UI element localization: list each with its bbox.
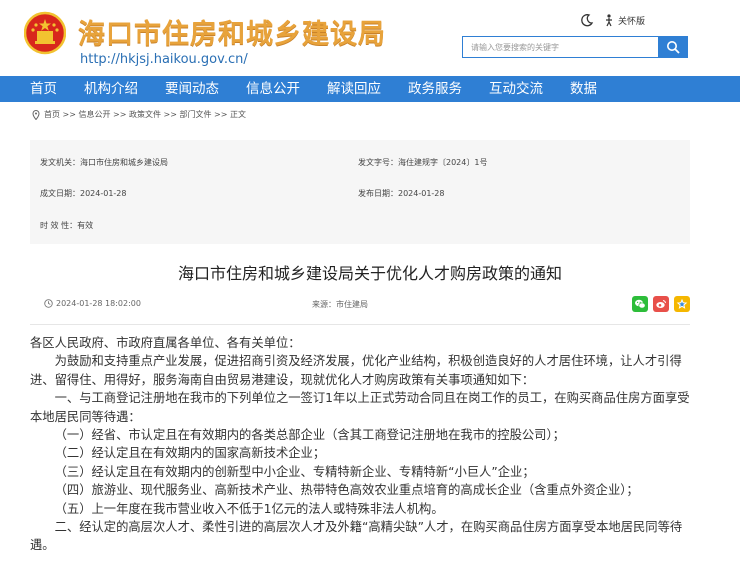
care-mode-label: 关怀版 bbox=[618, 16, 646, 27]
article-title: 海口市住房和城乡建设局关于优化人才购房政策的通知 bbox=[177, 264, 562, 283]
clause-item-2: （二）经认定且在有效期内的国家高新技术企业； bbox=[54, 446, 326, 461]
site-url[interactable]: http://hkjsj.haikou.gov.cn/ bbox=[80, 52, 248, 67]
publish-time-text: 2024-01-28 18:02:00 bbox=[56, 299, 141, 308]
article-info-row: 2024-01-28 18:02:00 来源：市住建局 bbox=[30, 296, 690, 316]
share-weibo-button[interactable] bbox=[653, 296, 669, 312]
national-emblem-icon bbox=[24, 11, 66, 55]
nav-item-about[interactable]: 机构介绍 bbox=[84, 76, 138, 102]
search-button[interactable] bbox=[658, 36, 688, 58]
divider bbox=[30, 324, 690, 325]
share-buttons bbox=[632, 296, 690, 312]
wechat-icon bbox=[635, 299, 646, 309]
location-pin-icon bbox=[32, 109, 40, 120]
nav-item-interaction[interactable]: 互动交流 bbox=[489, 76, 543, 102]
clock-icon bbox=[44, 299, 53, 308]
intro-paragraph: 为鼓励和支持重点产业发展，促进招商引资及经济发展，优化产业结构，积极创造良好的人… bbox=[30, 354, 682, 387]
nav-item-interpretation[interactable]: 解读回应 bbox=[327, 76, 381, 102]
main-nav: 首页 机构介绍 要闻动态 信息公开 解读回应 政务服务 互动交流 数据 bbox=[0, 76, 740, 102]
meta-published-date: 发布日期：2024-01-28 bbox=[358, 189, 445, 198]
nav-item-news[interactable]: 要闻动态 bbox=[165, 76, 219, 102]
share-wechat-button[interactable] bbox=[632, 296, 648, 312]
breadcrumb: 首页 >> 信息公开 >> 政策文件 >> 部门文件 >> 正文 bbox=[32, 109, 246, 120]
site-header: 海口市住房和城乡建设局 http://hkjsj.haikou.gov.cn/ … bbox=[0, 0, 740, 76]
meta-created-date: 成文日期：2024-01-28 bbox=[40, 189, 127, 198]
share-qzone-button[interactable] bbox=[674, 296, 690, 312]
nav-item-disclosure[interactable]: 信息公开 bbox=[246, 76, 300, 102]
clause-item-5: （五）上一年度在我市营业收入不低于1亿元的法人或特殊非法人机构。 bbox=[54, 501, 444, 516]
care-mode-icon bbox=[606, 14, 612, 27]
clause-item-3: （三）经认定且在有效期内的创新型中小企业、专精特新企业、专精特新“小巨人”企业； bbox=[54, 464, 535, 479]
publish-time: 2024-01-28 18:02:00 bbox=[44, 299, 141, 308]
site-title[interactable]: 海口市住房和城乡建设局 bbox=[78, 12, 386, 51]
article-source: 来源：市住建局 bbox=[312, 300, 368, 309]
moon-icon[interactable] bbox=[580, 13, 594, 27]
breadcrumb-text[interactable]: 首页 >> 信息公开 >> 政策文件 >> 部门文件 >> 正文 bbox=[44, 109, 246, 120]
care-mode-button[interactable]: 关怀版 bbox=[602, 13, 645, 27]
meta-doc-number: 发文字号：海住建规字〔2024〕1号 bbox=[358, 158, 488, 167]
search-placeholder: 请输入您要搜索的关键字 bbox=[471, 42, 559, 52]
qzone-icon bbox=[676, 298, 688, 309]
meta-issuer: 发文机关：海口市住房和城乡建设局 bbox=[40, 158, 168, 167]
document-meta-panel: 发文机关：海口市住房和城乡建设局 发文字号：海住建规字〔2024〕1号 成文日期… bbox=[30, 140, 690, 244]
search-icon bbox=[667, 41, 680, 54]
header-tools: 关怀版 bbox=[580, 12, 645, 28]
weibo-icon bbox=[656, 300, 666, 308]
nav-item-data[interactable]: 数据 bbox=[570, 76, 597, 102]
article-body: 各区人民政府、市政府直属各单位、各有关单位： 为鼓励和支持重点产业发展，促进招商… bbox=[30, 334, 690, 555]
clause-item-4: （四）旅游业、现代服务业、高新技术产业、热带特色高效农业重点培育的高成长企业（含… bbox=[54, 483, 639, 498]
meta-validity: 时 效 性：有效 bbox=[40, 221, 94, 230]
salutation: 各区人民政府、市政府直属各单位、各有关单位： bbox=[30, 336, 301, 350]
nav-item-services[interactable]: 政务服务 bbox=[408, 76, 462, 102]
clause-item-1: （一）经省、市认定且在有效期内的各类总部企业（含其工商登记注册地在我市的控股公司… bbox=[54, 428, 565, 443]
clause-two: 二、经认定的高层次人才、柔性引进的高层次人才及外籍“高精尖缺”人才，在购买商品住… bbox=[30, 520, 683, 553]
clause-one: 一、与工商登记注册地在我市的下列单位之一签订1年以上正式劳动合同且在岗工作的员工… bbox=[30, 391, 690, 424]
search-input[interactable]: 请输入您要搜索的关键字 bbox=[462, 36, 658, 58]
nav-item-home[interactable]: 首页 bbox=[30, 76, 57, 102]
